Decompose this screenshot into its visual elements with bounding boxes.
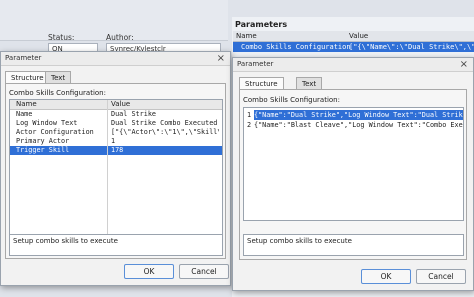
table-row[interactable]: Primary Actor 1 bbox=[10, 137, 222, 146]
section-label: Combo Skills Configuration: bbox=[243, 96, 340, 104]
row-name: Actor Configuration bbox=[16, 128, 94, 136]
column-divider bbox=[107, 100, 108, 234]
table-row[interactable]: Name Dual Strike bbox=[10, 110, 222, 119]
description-box: Setup combo skills to execute bbox=[9, 234, 223, 256]
grid-header: Name Value bbox=[10, 100, 222, 110]
row-value: ["{\"Actor\":\"1\",\"Skill\":\"... bbox=[111, 128, 219, 136]
status-label: Status: bbox=[48, 33, 75, 42]
param-value: ["{\"Name\":\"Dual Strike\",\" bbox=[349, 43, 474, 51]
list-item[interactable]: 2 {"Name":"Blast Cleave","Log Window Tex… bbox=[244, 120, 463, 130]
parameter-dialog-structure-list: Parameter × Structure List Text Combo Sk… bbox=[232, 57, 474, 291]
dialog-title: Parameter bbox=[237, 60, 274, 68]
row-value: 1 bbox=[111, 137, 116, 145]
parameter-dialog-structure: Parameter × Structure Text Combo Skills … bbox=[0, 51, 231, 286]
row-value: Dual Strike Combo Executed! bbox=[111, 119, 219, 127]
close-icon[interactable]: × bbox=[217, 52, 225, 65]
parameters-table-row[interactable]: Combo Skills Configuration ["{\"Name\":\… bbox=[233, 42, 474, 52]
author-label: Author: bbox=[106, 33, 134, 42]
description-text: Setup combo skills to execute bbox=[247, 237, 352, 245]
column-header-value: Value bbox=[349, 32, 369, 40]
list-item-selected[interactable]: 1 {"Name":"Dual Strike","Log Window Text… bbox=[244, 110, 463, 120]
cancel-button[interactable]: Cancel bbox=[416, 269, 466, 284]
plugin-header-area: Status: Author: bbox=[0, 0, 228, 42]
structure-panel: Combo Skills Configuration: Name Value N… bbox=[5, 83, 226, 259]
list-item-text: {"Name":"Blast Cleave","Log Window Text"… bbox=[254, 121, 463, 129]
close-icon[interactable]: × bbox=[460, 58, 468, 71]
dialog-titlebar: Parameter × bbox=[1, 52, 230, 66]
parameters-title: Parameters bbox=[235, 20, 288, 29]
row-value: Dual Strike bbox=[111, 110, 157, 118]
dialog-title: Parameter bbox=[5, 54, 42, 62]
structure-list-panel: Combo Skills Configuration: 1 {"Name":"D… bbox=[239, 89, 467, 260]
list-item-number: 1 bbox=[247, 111, 252, 119]
structure-grid: Name Value Name Dual Strike Log Window T… bbox=[9, 99, 223, 235]
table-row-selected[interactable]: Trigger Skill 178 bbox=[10, 146, 222, 155]
grid-header-value: Value bbox=[111, 100, 131, 108]
section-label: Combo Skills Configuration: bbox=[9, 89, 106, 97]
list-item-number: 2 bbox=[247, 121, 252, 129]
description-box: Setup combo skills to execute bbox=[243, 234, 464, 256]
row-name: Trigger Skill bbox=[16, 146, 70, 154]
grid-header-name: Name bbox=[16, 100, 37, 108]
row-value: 178 bbox=[111, 146, 124, 154]
cancel-button[interactable]: Cancel bbox=[179, 264, 229, 279]
parameters-table-header: Name Value bbox=[233, 31, 474, 42]
list-item-text: {"Name":"Dual Strike","Log Window Text":… bbox=[254, 110, 463, 120]
table-row[interactable]: Actor Configuration ["{\"Actor\":\"1\",\… bbox=[10, 128, 222, 137]
row-name: Log Window Text bbox=[16, 119, 78, 127]
column-header-name: Name bbox=[236, 32, 257, 40]
ok-button[interactable]: OK bbox=[124, 264, 174, 279]
param-name: Combo Skills Configuration bbox=[241, 43, 351, 51]
row-name: Name bbox=[16, 110, 33, 118]
structure-list: 1 {"Name":"Dual Strike","Log Window Text… bbox=[243, 107, 464, 221]
ok-button[interactable]: OK bbox=[361, 269, 411, 284]
dialog-titlebar: Parameter × bbox=[233, 58, 473, 72]
row-name: Primary Actor bbox=[16, 137, 70, 145]
table-row[interactable]: Log Window Text Dual Strike Combo Execut… bbox=[10, 119, 222, 128]
description-text: Setup combo skills to execute bbox=[13, 237, 118, 245]
